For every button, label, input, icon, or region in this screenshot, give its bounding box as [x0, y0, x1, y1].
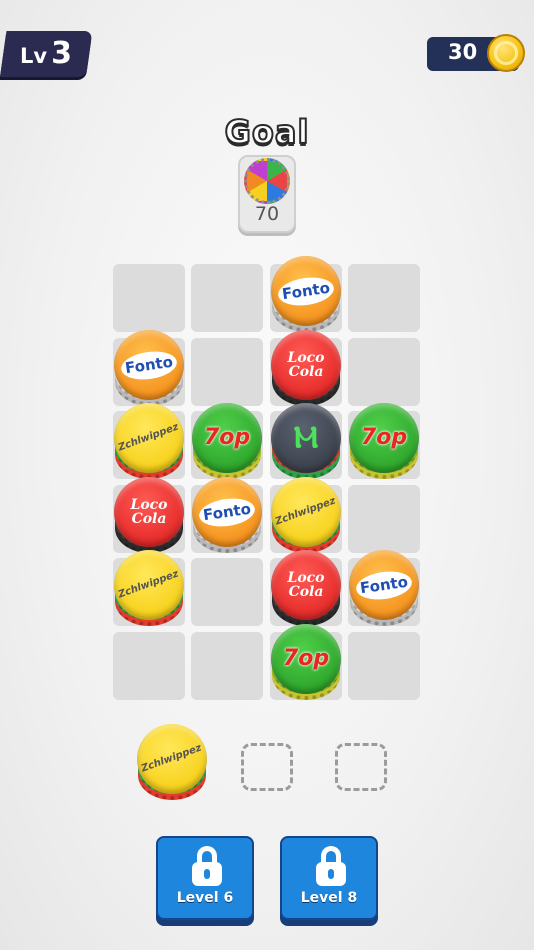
goal-target: 70	[254, 203, 280, 225]
cap-brand-label: Zchlwippez	[117, 421, 181, 454]
coin-count: 30	[448, 40, 478, 64]
bottle-cap-fonto[interactable]: Fonto	[192, 477, 262, 553]
claw-logo-icon: Ⲙ	[271, 403, 341, 473]
locked-slot-label: Level 6	[176, 890, 234, 906]
bottle-cap-fonto[interactable]: Fonto	[271, 256, 341, 332]
cap-face: Zchlwippez	[114, 403, 184, 473]
board-cell[interactable]	[191, 632, 263, 700]
bottle-cap-loco[interactable]: Loco Cola	[271, 550, 341, 626]
cap-face: Fonto	[192, 477, 262, 547]
empty-holder-slot[interactable]	[335, 743, 387, 791]
locked-slot-label: Level 8	[300, 890, 358, 906]
cap-brand-label: 7op	[282, 646, 330, 671]
bottle-cap-loco[interactable]: Loco Cola	[114, 477, 184, 553]
cap-face: Zchlwippez	[114, 550, 184, 620]
level-number: 3	[51, 36, 72, 71]
level-label: Lv	[20, 44, 48, 68]
bottle-cap-sevenup[interactable]: 7op	[349, 403, 419, 479]
cap-brand-label: Loco Cola	[287, 570, 325, 600]
cap-face: Loco Cola	[271, 330, 341, 400]
bottle-cap-zch[interactable]: Zchlwippez	[137, 724, 207, 800]
bottle-cap-zch[interactable]: Zchlwippez	[271, 477, 341, 553]
cap-face: Fonto	[271, 256, 341, 326]
lock-icon	[192, 846, 222, 888]
lock-icon	[316, 846, 346, 888]
board-cell[interactable]	[348, 338, 420, 406]
board-cell[interactable]	[348, 264, 420, 332]
multicolor-cap-icon	[244, 158, 290, 204]
cap-brand-label: Fonto	[354, 567, 414, 603]
locked-slot-button-2[interactable]: Level 8	[280, 836, 378, 920]
cap-brand-label: Zchlwippez	[140, 742, 204, 775]
level-indicator: Lv 3	[20, 36, 72, 74]
locked-slot-button-1[interactable]: Level 6	[156, 836, 254, 920]
board-cell[interactable]	[191, 264, 263, 332]
cap-face: 7op	[192, 403, 262, 473]
cap-brand-label: Fonto	[276, 273, 336, 309]
cap-brand-label: Loco Cola	[130, 497, 168, 527]
cap-brand-label: 7op	[203, 425, 251, 450]
cap-brand-label: Fonto	[119, 347, 179, 383]
board-cell[interactable]	[113, 264, 185, 332]
cap-brand-label: Zchlwippez	[274, 495, 338, 528]
coin-icon	[487, 34, 525, 72]
bottle-cap-sevenup[interactable]: 7op	[192, 403, 262, 479]
bottle-cap-loco[interactable]: Loco Cola	[271, 330, 341, 406]
bottle-cap-fonto[interactable]: Fonto	[349, 550, 419, 626]
board-cell[interactable]	[113, 632, 185, 700]
cap-face: Fonto	[114, 330, 184, 400]
cap-brand-label: 7op	[360, 425, 408, 450]
cap-brand-label: Loco Cola	[287, 350, 325, 380]
cap-face: Loco Cola	[114, 477, 184, 547]
cap-face: 7op	[271, 624, 341, 694]
bottle-cap-zch[interactable]: Zchlwippez	[114, 550, 184, 626]
cap-face: 7op	[349, 403, 419, 473]
empty-holder-slot[interactable]	[241, 743, 293, 791]
cap-face: Zchlwippez	[271, 477, 341, 547]
cap-face: Loco Cola	[271, 550, 341, 620]
bottle-cap-monster[interactable]: Ⲙ	[271, 403, 341, 479]
board-cell[interactable]	[348, 632, 420, 700]
bottle-cap-fonto[interactable]: Fonto	[114, 330, 184, 406]
bottle-cap-zch[interactable]: Zchlwippez	[114, 403, 184, 479]
bottle-cap-sevenup[interactable]: 7op	[271, 624, 341, 700]
board-cell[interactable]	[191, 338, 263, 406]
cap-face: Zchlwippez	[137, 724, 207, 794]
board-cell[interactable]	[191, 558, 263, 626]
cap-brand-label: Fonto	[197, 494, 257, 530]
cap-face: Fonto	[349, 550, 419, 620]
goal-title: Goal	[224, 112, 310, 152]
board-cell[interactable]	[348, 485, 420, 553]
cap-brand-label: Zchlwippez	[117, 568, 181, 601]
